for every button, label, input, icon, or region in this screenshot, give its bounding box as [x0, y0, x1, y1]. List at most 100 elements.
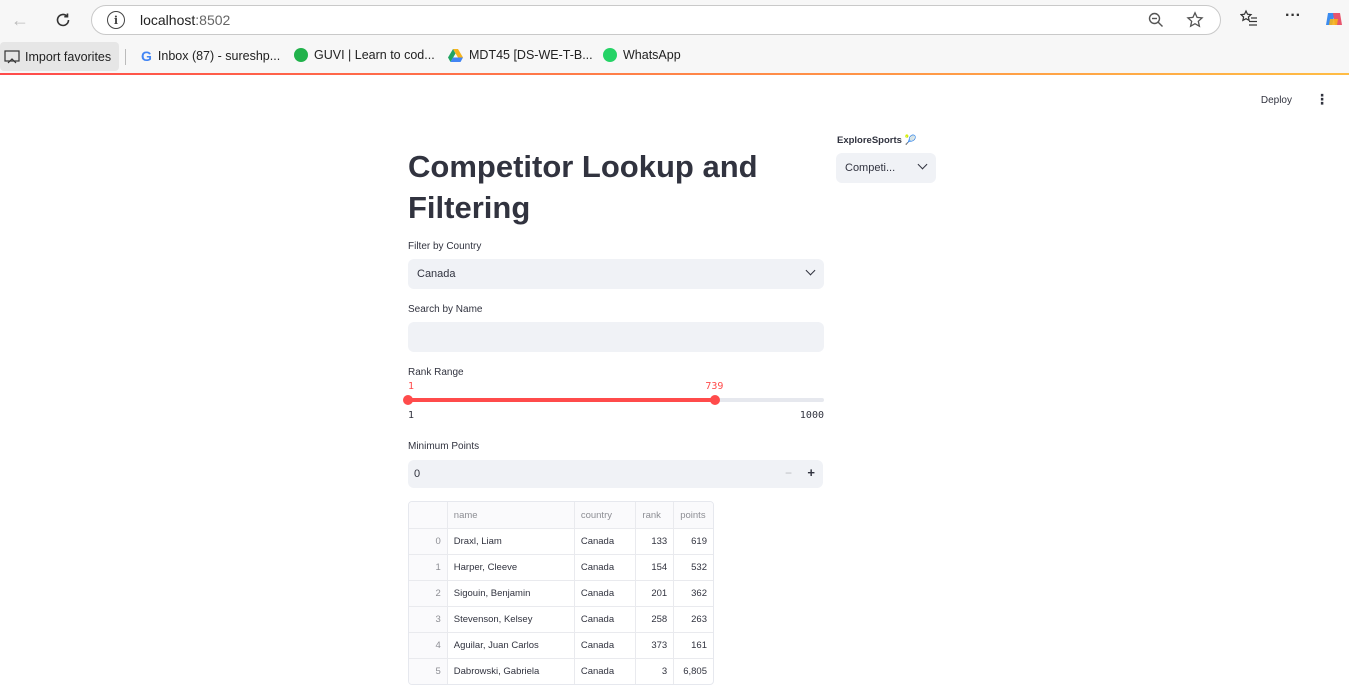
bookmark-whatsapp-label: WhatsApp	[623, 48, 681, 62]
page-select[interactable]: Competi...	[836, 153, 936, 183]
cell-rank[interactable]: 3	[635, 659, 673, 684]
row-index: 4	[409, 633, 447, 658]
chevron-down-icon	[917, 159, 928, 170]
import-favorites-label: Import favorites	[25, 49, 112, 64]
cell-rank[interactable]: 373	[635, 633, 673, 658]
column-header-name[interactable]: name	[446, 502, 574, 528]
row-index: 2	[409, 581, 447, 606]
more-options-icon[interactable]: ···	[1285, 7, 1301, 25]
name-search-label: Search by Name	[408, 304, 483, 315]
cell-rank[interactable]: 258	[635, 607, 673, 632]
rank-range-max: 1000	[799, 410, 824, 421]
cell-rank[interactable]: 133	[635, 529, 673, 554]
google-drive-icon	[448, 48, 463, 62]
explore-sports-label: ExploreSports 🎾	[837, 135, 917, 146]
cell-country[interactable]: Canada	[573, 607, 636, 632]
bookmark-inbox-label: Inbox (87) - sureshp...	[157, 49, 281, 63]
name-search-input[interactable]	[408, 322, 824, 352]
decrement-button[interactable]: −	[785, 466, 792, 480]
column-header-country[interactable]: country	[573, 502, 636, 528]
row-index: 1	[409, 555, 447, 580]
url-text[interactable]: localhost:8502	[140, 12, 230, 28]
table-row[interactable]: 4 Aguilar, Juan Carlos Canada 373 161	[409, 632, 713, 658]
row-index: 3	[409, 607, 447, 632]
copilot-icon[interactable]	[1324, 9, 1344, 34]
bookmark-divider	[125, 49, 126, 65]
cell-name[interactable]: Draxl, Liam	[446, 529, 574, 554]
slider-thumb-high[interactable]	[710, 395, 721, 405]
cell-name[interactable]: Aguilar, Juan Carlos	[446, 633, 574, 658]
column-header-rank[interactable]: rank	[635, 502, 674, 528]
site-info-icon[interactable]: i	[107, 11, 125, 29]
increment-button[interactable]: +	[807, 465, 815, 480]
cell-country[interactable]: Canada	[573, 633, 636, 658]
min-points-input[interactable]: 0 − +	[408, 460, 823, 488]
browser-toolbar: ← i localhost:8502 ···	[0, 0, 1349, 40]
rank-range-min: 1	[408, 410, 415, 421]
cell-name[interactable]: Harper, Cleeve	[446, 555, 574, 580]
cell-points[interactable]: 161	[673, 633, 713, 658]
google-icon: G	[141, 48, 152, 64]
bookmark-guvi[interactable]: GUVI | Learn to cod...	[294, 48, 435, 62]
main-menu-icon[interactable]: ⋮	[1315, 91, 1329, 108]
table-row[interactable]: 2 Sigouin, Benjamin Canada 201 362	[409, 580, 713, 606]
guvi-icon	[294, 48, 308, 62]
cell-points[interactable]: 6,805	[673, 659, 713, 684]
column-header-points[interactable]: points	[673, 502, 713, 528]
table-row[interactable]: 0 Draxl, Liam Canada 133 619	[409, 528, 713, 554]
app-header: Deploy ⋮	[0, 75, 1349, 125]
rank-range-label: Rank Range	[408, 367, 464, 378]
zoom-icon[interactable]	[1147, 11, 1165, 34]
slider-track[interactable]	[403, 395, 824, 405]
min-points-value: 0	[414, 468, 421, 480]
slider-fill	[408, 398, 716, 402]
country-select-value: Canada	[417, 268, 456, 280]
country-select[interactable]: Canada	[408, 259, 824, 289]
bookmark-mdt-label: MDT45 [DS-WE-T-B...	[469, 48, 593, 62]
table-row[interactable]: 1 Harper, Cleeve Canada 154 532	[409, 554, 713, 580]
rank-range-low-value: 1	[408, 381, 415, 392]
slider-thumb-low[interactable]	[403, 395, 413, 405]
cell-points[interactable]: 532	[673, 555, 713, 580]
bookmark-mdt[interactable]: MDT45 [DS-WE-T-B...	[448, 48, 593, 62]
reload-icon[interactable]	[51, 8, 75, 32]
back-icon[interactable]: ←	[8, 8, 32, 32]
rank-range-high-value: 739	[705, 381, 724, 392]
bookmarks-bar: Import favorites G Inbox (87) - sureshp.…	[0, 40, 1349, 73]
country-filter-label: Filter by Country	[408, 241, 482, 252]
results-table[interactable]: name country rank points 0 Draxl, Liam C…	[408, 501, 714, 685]
cell-points[interactable]: 362	[673, 581, 713, 606]
table-row[interactable]: 3 Stevenson, Kelsey Canada 258 263	[409, 606, 713, 632]
rank-range-slider[interactable]: 1 739 1 1000	[403, 380, 824, 424]
table-row[interactable]: 5 Dabrowski, Gabriela Canada 3 6,805	[409, 658, 713, 684]
cell-country[interactable]: Canada	[573, 581, 636, 606]
bookmark-whatsapp[interactable]: WhatsApp	[603, 48, 681, 62]
cell-country[interactable]: Canada	[573, 529, 636, 554]
cell-name[interactable]: Sigouin, Benjamin	[446, 581, 574, 606]
cell-name[interactable]: Dabrowski, Gabriela	[446, 659, 574, 684]
row-index: 0	[409, 529, 447, 554]
cell-points[interactable]: 263	[673, 607, 713, 632]
index-header	[409, 502, 447, 528]
chevron-down-icon	[805, 265, 816, 276]
import-favorites-icon	[4, 49, 20, 63]
cell-rank[interactable]: 154	[635, 555, 673, 580]
page-select-value: Competi...	[845, 162, 896, 174]
favorites-list-icon[interactable]	[1239, 9, 1258, 32]
cell-points[interactable]: 619	[673, 529, 713, 554]
cell-name[interactable]: Stevenson, Kelsey	[446, 607, 574, 632]
bookmark-guvi-label: GUVI | Learn to cod...	[314, 48, 435, 62]
favorite-star-icon[interactable]	[1186, 11, 1204, 34]
whatsapp-icon	[603, 48, 617, 62]
deploy-button[interactable]: Deploy	[1261, 95, 1292, 106]
table-header: name country rank points	[409, 502, 713, 528]
cell-country[interactable]: Canada	[573, 659, 636, 684]
main-content: Competitor Lookup and Filtering	[408, 140, 824, 228]
address-bar[interactable]: i localhost:8502	[91, 5, 1221, 35]
min-points-label: Minimum Points	[408, 441, 480, 452]
bookmark-inbox[interactable]: G Inbox (87) - sureshp...	[141, 48, 280, 64]
page-title: Competitor Lookup and Filtering	[408, 149, 758, 225]
cell-country[interactable]: Canada	[573, 555, 636, 580]
cell-rank[interactable]: 201	[635, 581, 673, 606]
import-favorites-button[interactable]: Import favorites	[0, 42, 120, 71]
